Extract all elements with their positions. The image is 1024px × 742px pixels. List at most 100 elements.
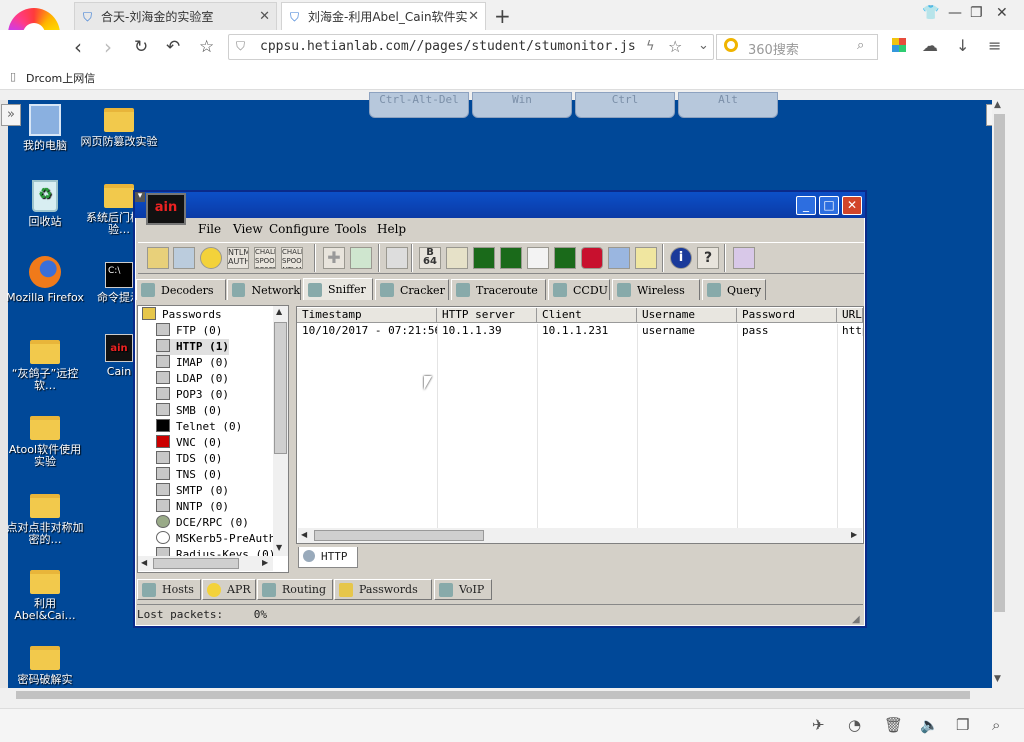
tab-network[interactable]: Network bbox=[227, 279, 301, 300]
chevron-down-icon[interactable]: ⌄ bbox=[698, 38, 709, 53]
alt-key[interactable]: Alt bbox=[678, 92, 778, 118]
recycle-icon[interactable] bbox=[350, 247, 372, 269]
open-folder-icon[interactable] bbox=[147, 247, 169, 269]
tab-cain-experiment[interactable]: ⛉ 刘海金-利用Abel_Cain软件实 ✕ bbox=[281, 2, 486, 30]
menu-view[interactable]: View bbox=[233, 222, 263, 236]
config-icon[interactable] bbox=[386, 247, 408, 269]
desktop-icon-my-computer[interactable]: 我的电脑 bbox=[6, 104, 84, 152]
tab-ccdu[interactable]: CCDU bbox=[548, 279, 610, 300]
close-icon[interactable]: ✕ bbox=[259, 9, 270, 24]
undo-close-button[interactable]: ↶ bbox=[166, 36, 180, 58]
tab-lab[interactable]: ⛉ 合天-刘海金的实验室 ✕ bbox=[74, 2, 277, 30]
terminal-icon[interactable] bbox=[554, 247, 576, 269]
shirt-icon[interactable]: 👕 bbox=[922, 5, 939, 21]
tree-root-passwords[interactable]: Passwords bbox=[142, 307, 222, 323]
ntlm-auth-icon[interactable]: NTLM AUTH bbox=[227, 247, 249, 269]
scroll-left-arrow[interactable]: ◀ bbox=[141, 558, 147, 567]
vpn-icon[interactable] bbox=[500, 247, 522, 269]
menu-tools[interactable]: Tools bbox=[335, 222, 367, 236]
desktop-icon-recycle-bin[interactable]: ♻ 回收站 bbox=[6, 180, 84, 228]
desktop-icon-remote-control[interactable]: “灰鸽子”远控软… bbox=[6, 336, 84, 392]
scrollbar-thumb[interactable] bbox=[274, 322, 287, 454]
resize-grip-icon[interactable]: ◢ bbox=[852, 614, 860, 625]
apps-icon[interactable] bbox=[892, 38, 906, 52]
scroll-up-arrow[interactable]: ▲ bbox=[276, 307, 282, 316]
key-icon[interactable] bbox=[635, 247, 657, 269]
tree-item-ftp[interactable]: FTP (0) bbox=[156, 323, 222, 339]
window-icon[interactable]: ❐ bbox=[956, 716, 969, 734]
desktop-icon-webpage-lab[interactable]: 网页防篡改实验 bbox=[80, 104, 158, 148]
lightning-icon[interactable]: ϟ bbox=[646, 39, 655, 54]
tree-item-tds[interactable]: TDS (0) bbox=[156, 451, 222, 467]
url-text[interactable]: cppsu.hetianlab.com//pages/student/stumo… bbox=[260, 39, 640, 54]
column-header-password[interactable]: Password bbox=[737, 308, 837, 323]
tree-item-vnc[interactable]: VNC (0) bbox=[156, 435, 222, 451]
pc-icon[interactable] bbox=[527, 247, 549, 269]
reload-button[interactable]: ↻ bbox=[134, 36, 148, 58]
tab-passwords[interactable]: Passwords bbox=[334, 579, 432, 600]
captured-credentials-list[interactable] bbox=[296, 306, 864, 544]
new-tab-button[interactable]: + bbox=[494, 4, 511, 28]
column-header-username[interactable]: Username bbox=[637, 308, 737, 323]
cain-maximize-button[interactable]: □ bbox=[819, 196, 839, 215]
rocket-icon[interactable]: ✈ bbox=[812, 716, 825, 734]
tree-item-smtp[interactable]: SMTP (0) bbox=[156, 483, 229, 499]
restore-button[interactable]: ❐ bbox=[970, 5, 983, 21]
trash-icon[interactable]: 🗑 bbox=[884, 716, 903, 734]
tree-item-nntp[interactable]: NNTP (0) bbox=[156, 499, 229, 515]
tree-item-http[interactable]: HTTP (1) bbox=[156, 339, 229, 355]
column-header-url[interactable]: URL bbox=[837, 308, 863, 323]
tree-item-tns[interactable]: TNS (0) bbox=[156, 467, 222, 483]
exit-icon[interactable] bbox=[733, 247, 755, 269]
search-icon[interactable]: ⌕ bbox=[857, 38, 864, 53]
desktop-icon-atool-lab[interactable]: Atool软件使用实验 bbox=[6, 412, 84, 468]
list-tab-http[interactable]: HTTP bbox=[298, 547, 358, 568]
cell-password[interactable]: pass bbox=[737, 324, 837, 338]
scroll-right-arrow[interactable]: ▶ bbox=[851, 530, 857, 539]
zoom-icon[interactable]: ⌕ bbox=[992, 716, 1000, 734]
speed-icon[interactable]: ◔ bbox=[848, 716, 861, 734]
tree-item-telnet[interactable]: Telnet (0) bbox=[156, 419, 242, 435]
tab-apr[interactable]: APR bbox=[202, 579, 256, 600]
recorder-icon[interactable] bbox=[581, 247, 603, 269]
tree-item-pop3[interactable]: POP3 (0) bbox=[156, 387, 229, 403]
cell-client[interactable]: 10.1.1.231 bbox=[537, 324, 637, 338]
tree-item-imap[interactable]: IMAP (0) bbox=[156, 355, 229, 371]
volume-icon[interactable]: 🔈 bbox=[920, 716, 939, 734]
radiation-icon[interactable] bbox=[200, 247, 222, 269]
close-icon[interactable]: ✕ bbox=[468, 9, 479, 24]
scrollbar-thumb[interactable] bbox=[314, 530, 484, 541]
desktop-icon-password-crack[interactable]: 密码破解实 bbox=[6, 642, 84, 688]
tab-voip[interactable]: VoIP bbox=[434, 579, 492, 600]
menu-file[interactable]: File bbox=[198, 222, 221, 236]
minimize-button[interactable]: — bbox=[948, 5, 962, 21]
cell-timestamp[interactable]: 10/10/2017 - 07:21:56 bbox=[297, 324, 437, 338]
menu-icon[interactable]: ≡ bbox=[988, 36, 1001, 55]
scroll-down-arrow[interactable]: ▼ bbox=[276, 543, 282, 552]
tab-cracker[interactable]: Cracker bbox=[375, 279, 449, 300]
lookup-icon[interactable] bbox=[446, 247, 468, 269]
scroll-left-arrow[interactable]: ◀ bbox=[301, 530, 307, 539]
tab-routing[interactable]: Routing bbox=[257, 579, 333, 600]
column-header-client[interactable]: Client bbox=[537, 308, 637, 323]
download-icon[interactable]: ↓ bbox=[956, 36, 969, 55]
graph-icon[interactable] bbox=[473, 247, 495, 269]
chall-spoof-reset-icon[interactable]: CHALL SPOOF RESET bbox=[254, 247, 276, 269]
chall-spoof-ntlm-icon[interactable]: CHALL SPOOF NTLM bbox=[281, 247, 303, 269]
forward-button[interactable]: › bbox=[104, 36, 112, 58]
tab-traceroute[interactable]: Traceroute bbox=[451, 279, 546, 300]
system-menu-icon[interactable]: ▾ bbox=[135, 192, 145, 202]
tree-item-ldap[interactable]: LDAP (0) bbox=[156, 371, 229, 387]
ctrl-alt-del-key[interactable]: Ctrl-Alt-Del bbox=[369, 92, 469, 118]
back-button[interactable]: ‹ bbox=[74, 36, 82, 58]
scroll-right-arrow[interactable]: ▶ bbox=[262, 558, 268, 567]
cain-close-button[interactable]: ✕ bbox=[842, 196, 862, 215]
tab-query[interactable]: Query bbox=[702, 279, 766, 300]
menu-help[interactable]: Help bbox=[377, 222, 406, 236]
cell-url[interactable]: http bbox=[837, 324, 863, 338]
cloud-icon[interactable]: ☁ bbox=[922, 36, 938, 55]
network-icon[interactable] bbox=[608, 247, 630, 269]
tab-wireless[interactable]: Wireless bbox=[612, 279, 700, 300]
scrollbar-thumb[interactable] bbox=[153, 558, 239, 569]
scroll-up-arrow[interactable]: ▲ bbox=[994, 100, 1001, 110]
